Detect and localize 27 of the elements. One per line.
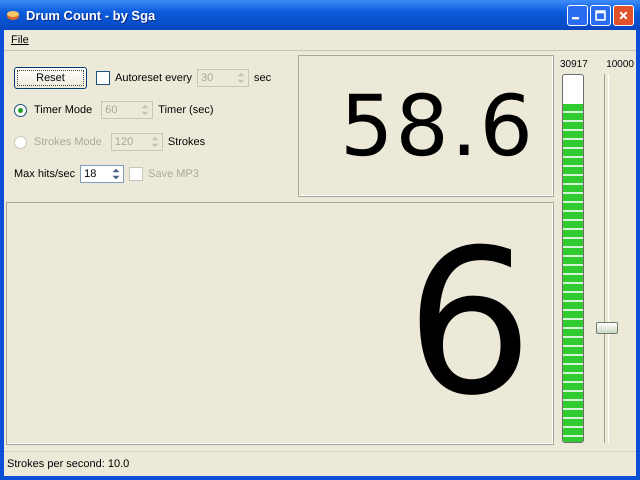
window-title: Drum Count - by Sga [26,8,156,22]
close-icon [618,10,629,20]
save-mp3-label: Save MP3 [148,168,199,180]
autoreset-label: Autoreset every [115,72,192,84]
spin-field[interactable]: 18 [80,165,124,183]
slider-reading: 10000 [606,59,634,70]
max-hits-label: Max hits/sec [14,168,76,180]
meter-reading: 30917 [560,59,588,70]
drum-icon [6,8,20,22]
radio-button[interactable] [14,104,27,116]
slider-thumb[interactable] [596,322,618,334]
minimize-button[interactable] [567,4,588,26]
mode-label: Strokes Mode [34,136,102,148]
maximize-button[interactable] [590,4,611,26]
mode-label: Timer Mode [34,104,92,116]
minimize-icon [572,17,579,20]
timer-value: 58.6 [340,84,535,168]
close-button[interactable] [613,4,634,26]
unit-label: Strokes [168,136,206,148]
checkbox[interactable] [96,71,110,85]
menu-item[interactable]: File [11,34,29,46]
unit-label: sec [254,72,272,84]
maximize-icon [595,10,606,20]
count-value: 6 [406,224,535,424]
reset-button[interactable]: Reset [14,67,87,89]
status-text: Strokes per second: 10.0 [7,458,130,470]
unit-label: Timer (sec) [158,104,214,116]
